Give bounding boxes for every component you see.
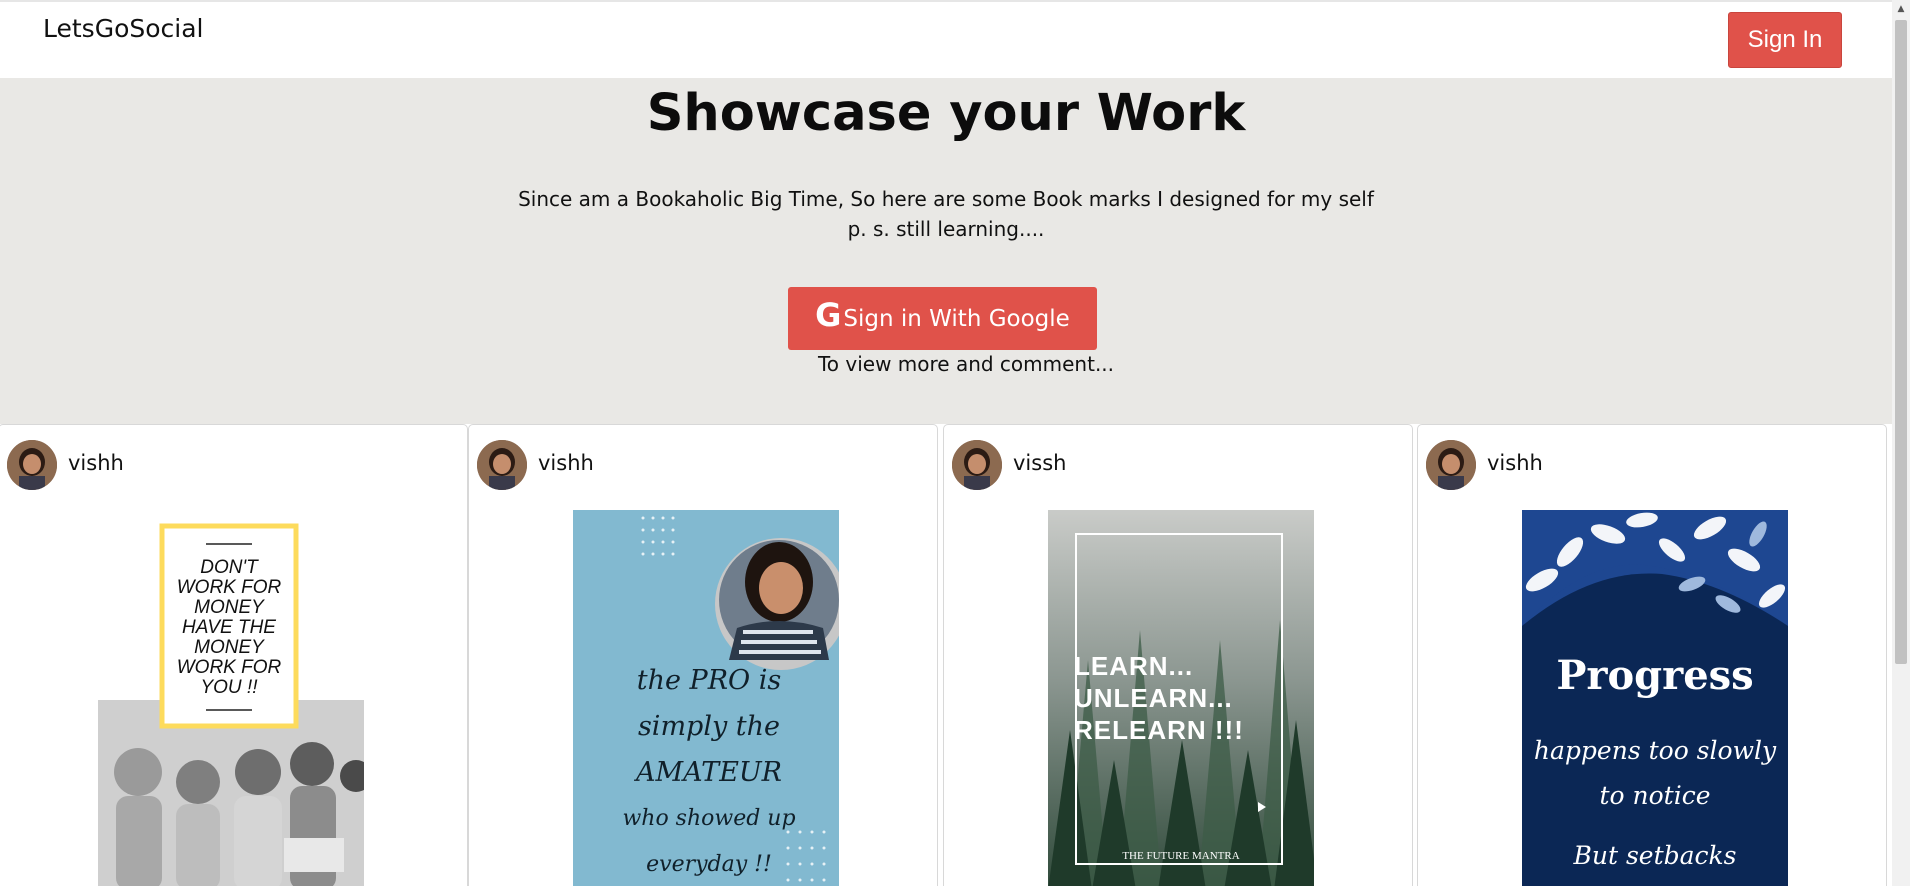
poster-title: Progress (1556, 652, 1754, 699)
post-username[interactable]: vissh (1013, 451, 1066, 475)
scrollbar-thumb[interactable] (1895, 20, 1907, 664)
sign-in-button[interactable]: Sign In (1728, 12, 1842, 68)
hero-section: Showcase your Work Since am a Bookaholic… (0, 78, 1892, 424)
post-username[interactable]: vishh (68, 451, 124, 475)
google-sign-in-button[interactable]: G Sign in With Google (788, 287, 1097, 350)
poster-quote: LEARN... UNLEARN... RELEARN !!! (1074, 650, 1274, 746)
poster-line: WORK FOR (176, 577, 282, 598)
hero-description: Since am a Bookaholic Big Time, So here … (0, 184, 1892, 244)
hero-description-line-1: Since am a Bookaholic Big Time, So here … (518, 187, 1374, 211)
poster-quote: happens too slowly to notice But setback… (1522, 728, 1788, 878)
poster-line: HAVE THE (182, 617, 276, 638)
poster-line: AMATEUR (636, 757, 782, 788)
poster-line: simply the (637, 711, 781, 742)
post-card[interactable]: vishh (468, 424, 938, 886)
poster-line: the PRO is (636, 665, 782, 696)
poster-line: who showed up (622, 806, 796, 831)
post-image[interactable]: LEARN... UNLEARN... RELEARN !!! THE FUTU… (1048, 510, 1314, 886)
navbar: LetsGoSocial Sign In (0, 0, 1892, 78)
hero-title: Showcase your Work (646, 84, 1246, 143)
post-username[interactable]: vishh (1487, 451, 1543, 475)
brand-logo[interactable]: LetsGoSocial (43, 14, 204, 43)
scroll-up-icon[interactable]: ▲ (1892, 0, 1910, 18)
poster-line: happens too slowly (1533, 736, 1777, 765)
avatar[interactable] (952, 440, 1002, 490)
poster-footer: THE FUTURE MANTRA (1122, 850, 1240, 862)
post-card[interactable]: vishh (1417, 424, 1887, 886)
google-icon: G (815, 295, 842, 334)
avatar[interactable] (477, 440, 527, 490)
poster-line: LEARN... (1074, 651, 1194, 681)
poster-line: MONEY (194, 637, 264, 658)
hero-description-line-2: p. s. still learning.... (847, 217, 1045, 241)
poster-line: MONEY (194, 597, 264, 618)
poster-line: YOU !! (200, 677, 258, 698)
poster-line: everyday !! (646, 852, 772, 877)
post-image[interactable]: Progress happens too slowly to notice Bu… (1522, 510, 1788, 886)
post-grid: vishh DON'T WORK FOR MONEY HAVE THE MONE… (0, 424, 1892, 886)
post-username[interactable]: vishh (538, 451, 594, 475)
poster-line: to notice (1599, 781, 1711, 810)
vertical-scrollbar[interactable]: ▲ (1892, 0, 1910, 886)
post-card[interactable]: vishh DON'T WORK FOR MONEY HAVE THE MONE… (0, 424, 468, 886)
poster-quote: the PRO is simply the AMATEUR who showed… (609, 658, 809, 886)
google-sign-in-label: Sign in With Google (843, 305, 1070, 332)
poster-line: DON'T (200, 557, 258, 578)
poster-quote: DON'T WORK FOR MONEY HAVE THE MONEY WORK… (166, 558, 292, 698)
post-card[interactable]: vissh LEARN... UNLEARN... RELEARN !!! TH… (943, 424, 1413, 886)
poster-line: But setbacks (1573, 841, 1737, 870)
poster-line: UNLEARN... (1074, 683, 1233, 713)
poster-line: RELEARN !!! (1074, 715, 1244, 745)
avatar[interactable] (1426, 440, 1476, 490)
post-image[interactable]: the PRO is simply the AMATEUR who showed… (573, 510, 839, 886)
google-sign-in-note: To view more and comment... (817, 352, 1115, 376)
post-image[interactable]: DON'T WORK FOR MONEY HAVE THE MONEY WORK… (98, 510, 364, 886)
avatar[interactable] (7, 440, 57, 490)
poster-line: WORK FOR (176, 657, 282, 678)
